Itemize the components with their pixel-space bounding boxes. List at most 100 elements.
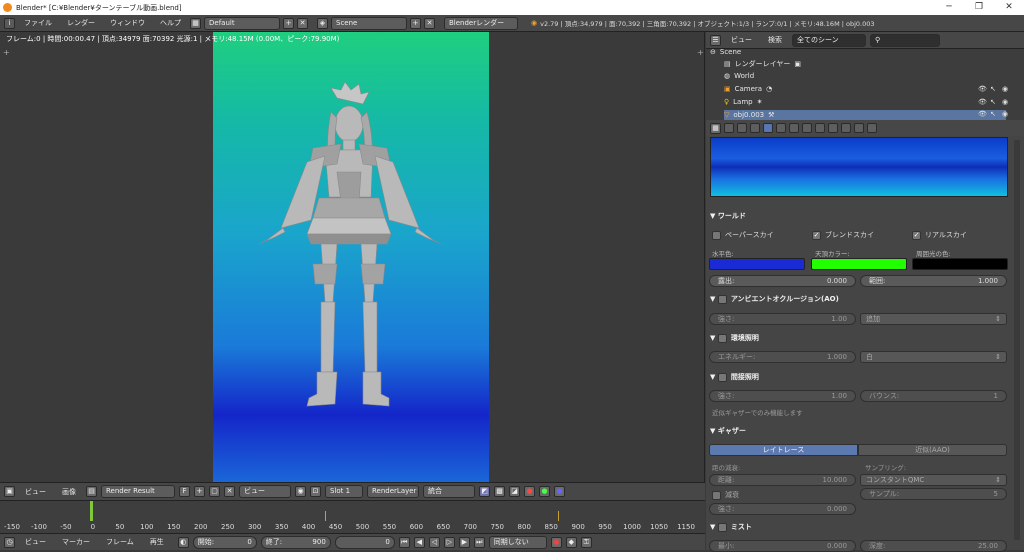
ao-blend-mode-dropdown[interactable]: 追加 ⇕: [860, 313, 1007, 325]
outliner-item-obj[interactable]: ▽ obj0.003 ⚒: [724, 110, 1006, 120]
editor-type-properties-icon[interactable]: ▦: [710, 122, 721, 134]
open-image-button[interactable]: ▢: [209, 486, 220, 497]
render-tab-icon[interactable]: [724, 123, 734, 133]
menu-render[interactable]: レンダー: [61, 18, 101, 28]
record-button[interactable]: ●: [550, 536, 562, 548]
timeline[interactable]: -150 -100 -50 0 50 100 150 200 250 300 350 400 450 50…: [0, 500, 705, 533]
minimize-button[interactable]: ─: [934, 0, 964, 15]
outliner-menu-view[interactable]: ビュー: [725, 35, 758, 45]
view-mode-dropdown[interactable]: ビュー: [239, 485, 291, 498]
close-button[interactable]: ✕: [994, 0, 1024, 15]
uv-sync-icon[interactable]: ⊡: [310, 486, 321, 497]
falloff-checkbox[interactable]: 減衰: [712, 490, 739, 500]
render-layer-toggle-icon[interactable]: ▣: [794, 60, 801, 68]
approx-tab[interactable]: 近似(AAO): [858, 444, 1007, 456]
gather-strength-field[interactable]: 強さ: 0.000: [709, 503, 856, 515]
pivot-icon[interactable]: ◉: [295, 486, 306, 497]
render-layers-tab-icon[interactable]: [737, 123, 747, 133]
render-engine-dropdown[interactable]: Blenderレンダー: [444, 16, 518, 30]
region-toggle-icon[interactable]: +: [3, 48, 10, 57]
ambient-color-swatch[interactable]: [912, 258, 1008, 270]
sync-dropdown[interactable]: 同期しない: [488, 535, 547, 549]
blend-sky-checkbox[interactable]: ✓ ブレンドスカイ: [812, 230, 874, 240]
indirect-strength-field[interactable]: 強さ: 1.00: [709, 390, 856, 402]
outliner-item-world[interactable]: ◍ World: [724, 72, 754, 80]
render-layer-dropdown[interactable]: RenderLayer: [367, 485, 419, 498]
scene-field[interactable]: Scene: [331, 16, 407, 30]
mist-min-field[interactable]: 最小: 0.000: [709, 540, 856, 552]
remove-layout-button[interactable]: ✕: [297, 17, 308, 29]
physics-tab-icon[interactable]: [867, 123, 877, 133]
select-arrow-icon[interactable]: ↖: [990, 85, 996, 93]
select-arrow-icon[interactable]: ↖: [990, 98, 996, 106]
add-layout-button[interactable]: +: [283, 17, 294, 29]
mist-enable-checkbox[interactable]: [717, 522, 727, 532]
menu-playback[interactable]: 再生: [144, 537, 170, 547]
current-frame-field[interactable]: 0: [334, 535, 395, 549]
alpha-icon[interactable]: ▩: [494, 486, 505, 497]
properties-scrollbar[interactable]: [1014, 140, 1020, 540]
ao-strength-field[interactable]: 強さ: 1.00: [709, 313, 856, 325]
image-browse-icon[interactable]: ▤: [86, 486, 97, 497]
menu-frame[interactable]: フレーム: [100, 537, 140, 547]
select-arrow-icon[interactable]: ↖: [990, 110, 996, 118]
new-image-button[interactable]: +: [194, 486, 205, 497]
editor-type-timeline-icon[interactable]: ◷: [4, 536, 15, 548]
modifiers-tab-icon[interactable]: [802, 123, 812, 133]
render-camera-icon[interactable]: ◉: [1002, 98, 1008, 106]
layout-icon[interactable]: ▦: [190, 17, 201, 29]
outliner-filter-dropdown[interactable]: 全てのシーン: [792, 33, 866, 47]
ao-enable-checkbox[interactable]: [717, 294, 727, 304]
distance-field[interactable]: 距離: 10.000: [709, 474, 856, 486]
indirect-bounce-field[interactable]: バウンス: 1: [860, 390, 1007, 402]
play-reverse-button[interactable]: ◁: [428, 536, 440, 548]
world-tab-icon[interactable]: [763, 123, 773, 133]
image-name-field[interactable]: Render Result: [101, 485, 175, 498]
maximize-button[interactable]: ❐: [964, 0, 994, 15]
layout-field[interactable]: Default: [204, 16, 280, 30]
data-tab-icon[interactable]: [815, 123, 825, 133]
visibility-eye-icon[interactable]: 👁: [978, 85, 987, 93]
current-frame-marker[interactable]: [90, 501, 93, 521]
preview-range-icon[interactable]: ◐: [177, 536, 189, 548]
red-channel-icon[interactable]: ●: [524, 486, 535, 497]
exposure-field[interactable]: 露出: 0.000: [709, 275, 856, 287]
fake-user-button[interactable]: F: [179, 486, 190, 497]
env-section-header[interactable]: ▼ 環境照明: [710, 333, 1006, 343]
mist-section-header[interactable]: ▼ ミスト: [710, 522, 1006, 532]
gather-section-header[interactable]: ▼ ギャザー: [710, 426, 1006, 436]
outliner-item-camera[interactable]: ▣ Camera ◔: [724, 85, 772, 93]
scene-icon[interactable]: ◈: [317, 17, 328, 29]
horizon-color-swatch[interactable]: [709, 258, 805, 270]
jump-key-back-button[interactable]: ◀: [413, 536, 425, 548]
outliner-menu-search[interactable]: 検索: [762, 35, 788, 45]
scene-tab-icon[interactable]: [750, 123, 760, 133]
jump-end-button[interactable]: ⏭: [473, 536, 485, 548]
sampling-dropdown[interactable]: コンスタントQMC ⇕: [860, 474, 1007, 486]
menu-view[interactable]: ビュー: [19, 487, 52, 497]
remove-scene-button[interactable]: ✕: [424, 17, 435, 29]
constraints-tab-icon[interactable]: [789, 123, 799, 133]
indirect-enable-checkbox[interactable]: [717, 372, 727, 382]
menu-marker[interactable]: マーカー: [56, 537, 96, 547]
samples-field[interactable]: サンプル: 5: [860, 488, 1007, 500]
editor-type-outliner-icon[interactable]: ☰: [710, 34, 721, 46]
render-camera-icon[interactable]: ◉: [1002, 85, 1008, 93]
start-frame-field[interactable]: 開始: 0: [192, 535, 257, 549]
jump-start-button[interactable]: ⏮: [398, 536, 410, 548]
menu-image[interactable]: 画像: [56, 487, 82, 497]
menu-help[interactable]: ヘルプ: [154, 18, 187, 28]
ao-section-header[interactable]: ▼ アンビエントオクルージョン(AO): [710, 294, 1006, 304]
play-button[interactable]: ▷: [443, 536, 455, 548]
env-energy-field[interactable]: エネルギー: 1.000: [709, 351, 856, 363]
mist-depth-field[interactable]: 深度: 25.00: [860, 540, 1007, 552]
keyframe-insert-icon[interactable]: ⚿: [580, 536, 592, 548]
visibility-eye-icon[interactable]: 👁: [978, 98, 987, 106]
outliner-item-lamp[interactable]: ♀ Lamp ✶: [724, 98, 762, 106]
z-buffer-icon[interactable]: ◪: [509, 486, 520, 497]
display-channels-icon[interactable]: ◩: [479, 486, 490, 497]
green-channel-icon[interactable]: ●: [539, 486, 550, 497]
render-pass-dropdown[interactable]: 統合: [423, 485, 475, 498]
editor-type-image-icon[interactable]: ▣: [4, 486, 15, 497]
render-camera-icon[interactable]: ◉: [1002, 110, 1008, 118]
